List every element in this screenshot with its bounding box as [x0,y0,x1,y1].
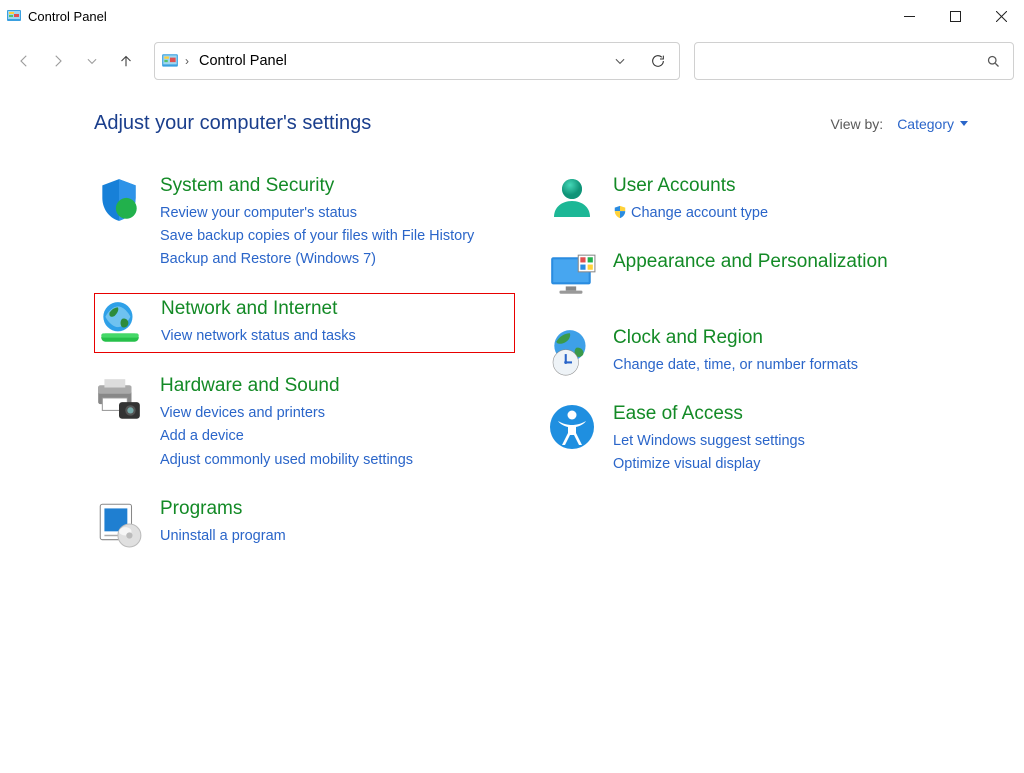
category-ease-of-access: Ease of Access Let Windows suggest setti… [547,399,968,480]
programs-link[interactable]: Programs [160,498,242,519]
network-status-link[interactable]: View network status and tasks [161,325,356,348]
category-system-security: System and Security Review your computer… [94,171,515,275]
optimize-visual-link[interactable]: Optimize visual display [613,453,805,476]
review-status-link[interactable]: Review your computer's status [160,202,474,225]
file-history-link[interactable]: Save backup copies of your files with Fi… [160,225,474,248]
accessibility-icon [547,403,597,453]
monitor-appearance-icon [547,251,597,301]
recent-locations-button[interactable] [78,47,106,75]
category-user-accounts: User Accounts Change account type [547,171,968,229]
globe-network-icon [95,298,145,348]
heading-row: Adjust your computer's settings View by:… [94,112,968,135]
category-clock-region: Clock and Region Change date, time, or n… [547,323,968,381]
address-bar[interactable]: › Control Panel [154,42,680,80]
ease-of-access-link[interactable]: Ease of Access [613,403,743,424]
mobility-settings-link[interactable]: Adjust commonly used mobility settings [160,449,413,472]
up-button[interactable] [112,47,140,75]
user-accounts-link[interactable]: User Accounts [613,175,736,196]
back-button[interactable] [10,47,38,75]
add-device-link[interactable]: Add a device [160,425,413,448]
refresh-button[interactable] [643,46,673,76]
devices-printers-link[interactable]: View devices and printers [160,402,413,425]
category-hardware-sound: Hardware and Sound View devices and prin… [94,371,515,475]
dropdown-caret-icon [960,121,968,126]
category-network-internet: Network and Internet View network status… [94,293,515,353]
uac-shield-icon [613,205,627,219]
right-column: User Accounts Change account type [547,171,968,570]
shield-icon [94,175,144,225]
minimize-button[interactable] [886,0,932,32]
category-programs: Programs Uninstall a program [94,494,515,552]
title-left: Control Panel [6,8,107,24]
search-input[interactable] [694,42,1014,80]
control-panel-icon [6,8,22,24]
breadcrumb-separator-icon[interactable]: › [185,54,189,68]
page-heading: Adjust your computer's settings [94,112,371,135]
clock-globe-icon [547,327,597,377]
nav-row: › Control Panel [0,32,1024,90]
maximize-button[interactable] [932,0,978,32]
system-security-link[interactable]: System and Security [160,175,334,196]
change-account-type-link[interactable]: Change account type [613,202,768,225]
content-area: Adjust your computer's settings View by:… [0,90,1024,773]
breadcrumb-root[interactable]: Control Panel [199,53,287,69]
titlebar: Control Panel [0,0,1024,32]
network-internet-link[interactable]: Network and Internet [161,298,337,319]
date-time-formats-link[interactable]: Change date, time, or number formats [613,354,858,377]
view-by-dropdown[interactable]: Category [897,116,968,132]
hardware-sound-link[interactable]: Hardware and Sound [160,375,340,396]
uninstall-program-link[interactable]: Uninstall a program [160,525,286,548]
control-panel-window: Control Panel [0,0,1024,773]
window-title: Control Panel [28,9,107,24]
forward-button[interactable] [44,47,72,75]
printer-camera-icon [94,375,144,425]
control-panel-icon [161,52,179,70]
clock-region-link[interactable]: Clock and Region [613,327,763,348]
left-column: System and Security Review your computer… [94,171,515,570]
address-history-button[interactable] [605,46,635,76]
backup-restore-link[interactable]: Backup and Restore (Windows 7) [160,248,474,271]
appearance-link[interactable]: Appearance and Personalization [613,251,888,272]
suggest-settings-link[interactable]: Let Windows suggest settings [613,430,805,453]
search-icon [986,54,1001,69]
user-icon [547,175,597,225]
close-button[interactable] [978,0,1024,32]
category-appearance: Appearance and Personalization [547,247,968,305]
programs-icon [94,498,144,548]
view-by-value: Category [897,116,954,132]
view-by-label: View by: [831,116,884,132]
